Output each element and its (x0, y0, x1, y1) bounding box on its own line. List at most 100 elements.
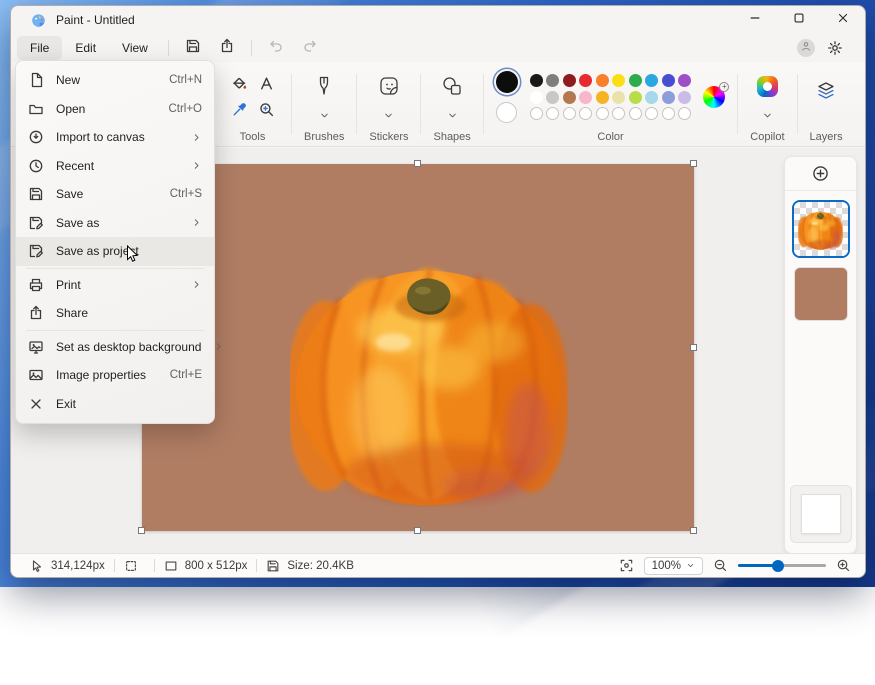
color-swatch[interactable] (579, 91, 592, 104)
menu-file[interactable]: File (17, 36, 62, 60)
zoom-slider[interactable] (738, 564, 826, 567)
desktop-background-icon (28, 339, 44, 355)
canvas-handle-bottom-mid[interactable] (414, 527, 421, 534)
paint-logo-icon (31, 13, 46, 28)
fill-tool-icon (231, 75, 248, 92)
file-size-icon (266, 559, 280, 573)
custom-color-slot[interactable] (530, 107, 543, 120)
custom-color-slot[interactable] (612, 107, 625, 120)
custom-color-slot[interactable] (596, 107, 609, 120)
canvas-handle-top-right[interactable] (690, 160, 697, 167)
color-swatch[interactable] (678, 74, 691, 87)
file-menu-item-save-as-project[interactable]: Save as project (16, 237, 214, 266)
canvas-handle-mid-right[interactable] (690, 344, 697, 351)
zoom-slider-thumb[interactable] (772, 560, 784, 572)
color-swatch[interactable] (629, 74, 642, 87)
color-swatch[interactable] (612, 74, 625, 87)
shapes-group[interactable]: Shapes (423, 62, 480, 146)
color-swatch[interactable] (612, 91, 625, 104)
shortcut-label: Ctrl+E (170, 369, 202, 381)
file-menu-item-image-properties[interactable]: Image propertiesCtrl+E (16, 361, 214, 390)
file-menu-item-save[interactable]: SaveCtrl+S (16, 180, 214, 209)
menu-edit[interactable]: Edit (62, 36, 109, 60)
eyedropper-tool-button[interactable] (226, 97, 252, 122)
color-swatch[interactable] (579, 74, 592, 87)
settings-button[interactable] (827, 40, 843, 56)
selection-size-readout (115, 559, 154, 573)
file-menu-item-save-as[interactable]: Save as (16, 209, 214, 238)
redo-button[interactable] (295, 36, 325, 60)
color-swatch[interactable] (530, 74, 543, 87)
menubar: File Edit View (11, 34, 865, 62)
color-swatch[interactable] (645, 74, 658, 87)
add-layer-button[interactable] (785, 157, 856, 191)
file-menu-item-new[interactable]: NewCtrl+N (16, 66, 214, 95)
menu-view[interactable]: View (109, 36, 161, 60)
close-button[interactable] (821, 6, 865, 34)
custom-color-slot[interactable] (645, 107, 658, 120)
primary-color-swatch[interactable] (496, 71, 518, 93)
color-swatch[interactable] (596, 74, 609, 87)
color-swatch[interactable] (563, 74, 576, 87)
color-swatch[interactable] (629, 91, 642, 104)
text-tool-button[interactable] (253, 71, 279, 96)
zoom-level-dropdown[interactable]: 100% (644, 557, 703, 575)
file-menu-item-label: Exit (56, 397, 190, 411)
quick-save-button[interactable] (178, 36, 208, 60)
custom-color-slot[interactable] (678, 107, 691, 120)
file-menu-item-label: Import to canvas (56, 130, 179, 144)
secondary-color-swatch[interactable] (496, 102, 517, 123)
stickers-group[interactable]: Stickers (359, 62, 418, 146)
image-properties-icon (28, 367, 44, 383)
edit-colors-button[interactable]: + (703, 86, 725, 108)
minimize-button[interactable] (733, 6, 777, 34)
quick-share-button[interactable] (212, 36, 242, 60)
statusbar: 314,124px 800 x 512px Size: 20.4KB 100% (11, 553, 865, 577)
color-palette (530, 74, 692, 120)
brushes-group[interactable]: Brushes (294, 62, 354, 146)
file-menu-item-import-to-canvas[interactable]: Import to canvas (16, 123, 214, 152)
account-button[interactable] (797, 39, 815, 57)
chevron-down-icon (319, 110, 330, 121)
file-menu-item-recent[interactable]: Recent (16, 152, 214, 181)
color-swatch[interactable] (662, 74, 675, 87)
fit-screen-icon[interactable] (619, 558, 634, 573)
layer-thumbnail-background-color[interactable] (794, 267, 848, 321)
fill-tool-button[interactable] (226, 71, 252, 96)
file-menu-item-exit[interactable]: Exit (16, 390, 214, 419)
copilot-group[interactable]: Copilot (740, 62, 794, 146)
custom-color-slot[interactable] (579, 107, 592, 120)
file-menu-item-print[interactable]: Print (16, 271, 214, 300)
color-swatch[interactable] (546, 91, 559, 104)
background-layer-thumbnail[interactable] (802, 495, 840, 533)
zoom-in-icon[interactable] (836, 558, 851, 573)
custom-color-slot[interactable] (546, 107, 559, 120)
magnifier-tool-button[interactable] (253, 97, 279, 122)
color-swatch[interactable] (645, 91, 658, 104)
maximize-button[interactable] (777, 6, 821, 34)
custom-color-slot[interactable] (563, 107, 576, 120)
canvas-handle-bottom-right[interactable] (690, 527, 697, 534)
file-menu-item-label: Print (56, 278, 179, 292)
color-swatch[interactable] (678, 91, 691, 104)
color-swatch[interactable] (530, 91, 543, 104)
custom-color-slot[interactable] (662, 107, 675, 120)
zoom-out-icon[interactable] (713, 558, 728, 573)
canvas-handle-top-mid[interactable] (414, 160, 421, 167)
file-menu-item-open[interactable]: OpenCtrl+O (16, 95, 214, 124)
color-swatch[interactable] (546, 74, 559, 87)
file-menu-item-label: Recent (56, 159, 179, 173)
drawing-canvas[interactable] (142, 164, 694, 531)
layers-group[interactable]: Layers (800, 62, 853, 146)
canvas-handle-bottom-left[interactable] (138, 527, 145, 534)
color-swatch[interactable] (563, 91, 576, 104)
layer-thumbnail-pumpkin[interactable] (794, 202, 848, 256)
add-layer-icon (812, 165, 829, 182)
color-swatch[interactable] (662, 91, 675, 104)
ribbon-separator (737, 74, 738, 134)
custom-color-slot[interactable] (629, 107, 642, 120)
undo-button[interactable] (261, 36, 291, 60)
file-menu-item-set-desktop-background[interactable]: Set as desktop background (16, 333, 214, 362)
file-menu-item-share[interactable]: Share (16, 299, 214, 328)
color-swatch[interactable] (596, 91, 609, 104)
